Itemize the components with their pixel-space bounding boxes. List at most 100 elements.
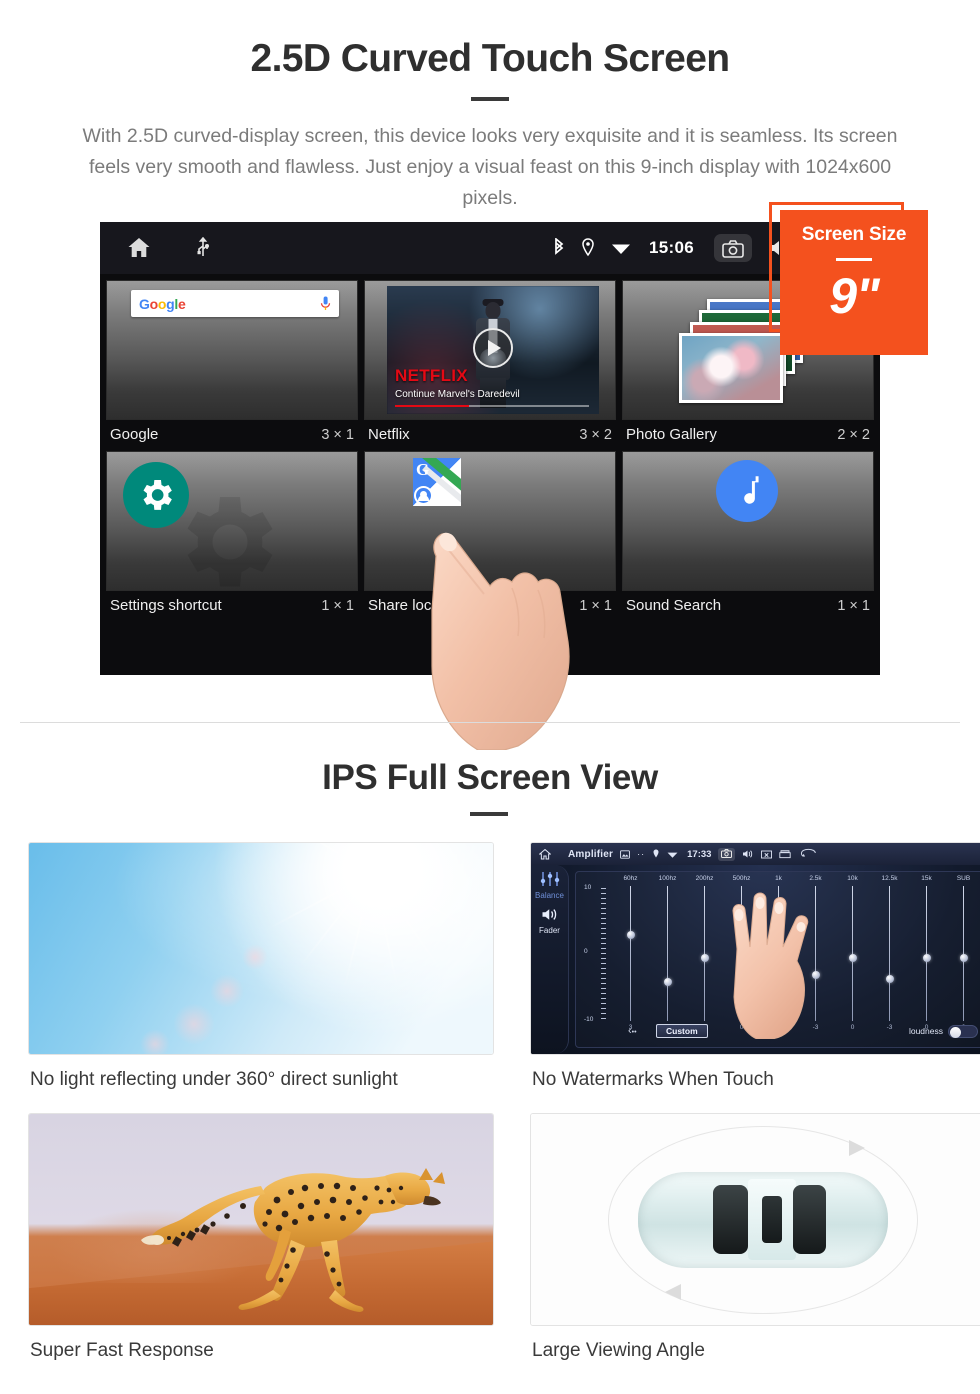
amplifier-side-nav[interactable]: Balance Fader — [531, 865, 569, 1054]
speaker-icon[interactable] — [742, 849, 754, 859]
widget-name: Photo Gallery — [626, 426, 717, 443]
eq-slider[interactable] — [612, 886, 649, 1021]
camera-icon[interactable] — [714, 234, 752, 262]
product-feature-page: 2.5D Curved Touch Screen With 2.5D curve… — [0, 0, 980, 1394]
location-pin-icon — [581, 238, 595, 258]
back-arrow-icon[interactable] — [800, 848, 817, 861]
recents-icon[interactable] — [779, 849, 792, 859]
widget-row-2: Settings shortcut 1 × 1 G Share location — [106, 451, 874, 622]
badge-title: Screen Size — [801, 224, 907, 245]
sunlight-image — [28, 842, 494, 1055]
feature-card-row-2: Super Fast Response Large Viewing Angle — [28, 1113, 980, 1362]
band-label: 500hz — [732, 875, 751, 882]
more-dots-icon[interactable]: ·· — [637, 849, 645, 859]
android-status-bar: 15:06 — [100, 222, 880, 274]
widget-label-netflix: Netflix 3 × 2 — [364, 420, 616, 451]
close-box-icon[interactable] — [761, 850, 773, 859]
band-label: 60hz — [623, 875, 638, 882]
section2-title-rule — [470, 812, 508, 816]
netflix-progress-bar — [395, 404, 589, 407]
widget-cell-sound-search[interactable]: Sound Search 1 × 1 — [622, 451, 874, 622]
widget-picker-grid: Google Google 3 × 1 NETFLIX Continue Mar… — [100, 274, 880, 675]
music-note-icon — [716, 460, 778, 522]
widget-size: 3 × 1 — [321, 426, 354, 443]
eq-slider[interactable] — [945, 886, 980, 1021]
camera-icon[interactable] — [718, 847, 736, 861]
widget-preview-google: Google — [106, 280, 358, 420]
android-head-unit-screenshot: 15:06 Google Google 3 × 1 NETFLIX Contin… — [100, 222, 880, 675]
feature-card-sunlight: No light reflecting under 360° direct su… — [28, 842, 494, 1091]
axis-min: -10 — [584, 1016, 594, 1023]
screen-size-badge: Screen Size 9" — [780, 210, 928, 355]
band-label: 1k — [775, 875, 782, 882]
band-label: 200hz — [695, 875, 714, 882]
widget-name: Google — [110, 426, 159, 443]
gear-icon — [123, 462, 189, 528]
widget-label-photo-gallery: Photo Gallery 2 × 2 — [622, 420, 874, 451]
widget-label-settings: Settings shortcut 1 × 1 — [106, 591, 358, 622]
widget-size: 2 × 2 — [837, 426, 870, 443]
amplifier-status-bar: Amplifier ·· 17:33 — [531, 843, 980, 865]
widget-cell-netflix[interactable]: NETFLIX Continue Marvel's Daredevil Netf… — [364, 280, 616, 451]
amplifier-axis: 10 0 -10 — [584, 884, 610, 1023]
widget-label-share-location: Share location 1 × 1 — [364, 591, 616, 622]
eq-slider[interactable] — [834, 886, 871, 1021]
feature-card-row-1: No light reflecting under 360° direct su… — [28, 842, 980, 1091]
feature-card-fast-response: Super Fast Response — [28, 1113, 494, 1362]
microphone-icon[interactable] — [320, 296, 331, 311]
eq-slider[interactable] — [908, 886, 945, 1021]
page-dot-active[interactable] — [517, 666, 543, 669]
page-title: 2.5D Curved Touch Screen — [250, 37, 730, 80]
balance-icon — [531, 865, 568, 889]
widget-cell-settings-shortcut[interactable]: Settings shortcut 1 × 1 — [106, 451, 358, 622]
badge-value: 9" — [829, 268, 880, 324]
car-top-view-illustration — [531, 1114, 980, 1325]
widget-size: 1 × 1 — [837, 597, 870, 614]
widget-size: 3 × 2 — [579, 426, 612, 443]
widget-cell-google[interactable]: Google Google 3 × 1 — [106, 280, 358, 451]
usb-icon — [196, 236, 210, 259]
bluetooth-icon — [553, 237, 565, 258]
page-indicator[interactable] — [100, 666, 880, 669]
home-icon[interactable] — [538, 848, 552, 860]
page-dot[interactable] — [477, 666, 503, 669]
netflix-brand: NETFLIX — [395, 366, 468, 385]
band-label: SUB — [956, 875, 971, 882]
cheetah-body — [141, 1168, 445, 1312]
rear-window — [793, 1184, 826, 1255]
widget-label-sound-search: Sound Search 1 × 1 — [622, 591, 874, 622]
running-cheetah-illustration — [29, 1114, 493, 1325]
eq-slider[interactable] — [871, 886, 908, 1021]
preset-button[interactable]: Custom — [656, 1024, 708, 1038]
home-icon[interactable] — [126, 237, 152, 259]
google-logo: Google — [139, 295, 186, 312]
prev-preset-icon[interactable]: ‹•• — [628, 1025, 637, 1037]
fader-speaker-icon — [531, 900, 568, 924]
widget-preview-netflix: NETFLIX Continue Marvel's Daredevil — [364, 280, 616, 420]
amplifier-band-labels: 60hz 100hz 200hz 500hz 1k 2.5k 10k 12.5k… — [612, 875, 980, 882]
loudness-control[interactable]: loudness — [909, 1024, 978, 1038]
widget-name: Share location — [368, 597, 464, 614]
fader-label: Fader — [539, 926, 560, 935]
loudness-toggle[interactable] — [948, 1024, 978, 1038]
widget-preview-settings — [106, 451, 358, 591]
feature-card-viewing-angle: Large Viewing Angle — [530, 1113, 980, 1362]
google-search-bar[interactable]: Google — [131, 290, 339, 317]
widget-cell-share-location[interactable]: G Share location 1 × 1 — [364, 451, 616, 622]
axis-mid: 0 — [584, 948, 588, 956]
netflix-thumbnail: NETFLIX Continue Marvel's Daredevil — [387, 286, 599, 414]
title-rule — [471, 96, 509, 101]
amplifier-time: 17:33 — [687, 848, 712, 860]
image-icon[interactable] — [620, 849, 631, 859]
widget-name: Sound Search — [626, 597, 722, 614]
feature-caption: Large Viewing Angle — [532, 1340, 705, 1361]
widget-size: 1 × 1 — [579, 597, 612, 614]
play-icon[interactable] — [473, 328, 513, 368]
band-label: 15k — [921, 875, 932, 882]
windshield — [713, 1184, 748, 1255]
eq-slider[interactable] — [649, 886, 686, 1021]
widget-name: Netflix — [368, 426, 410, 443]
cheetah-image — [28, 1113, 494, 1326]
page-dot[interactable] — [437, 666, 463, 669]
widget-preview-sound-search — [622, 451, 874, 591]
